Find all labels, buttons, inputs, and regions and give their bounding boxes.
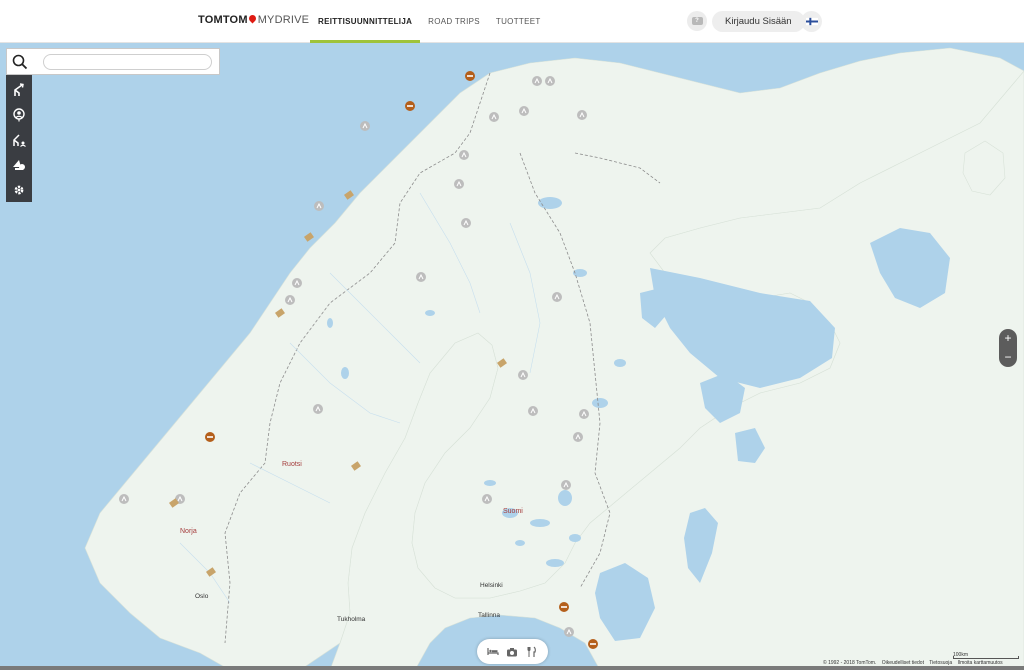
restaurant-icon: [527, 646, 537, 657]
roadworks-marker[interactable]: [275, 308, 285, 318]
incident-marker[interactable]: [405, 101, 415, 111]
roadworks-marker[interactable]: [344, 190, 354, 200]
speed-camera-marker[interactable]: [415, 271, 427, 283]
tomtom-logo-icon: [247, 13, 258, 24]
map-view[interactable]: Ruotsi Norja Suomi Oslo Helsinki Tallinn…: [0, 43, 1024, 670]
zoom-control: + −: [999, 329, 1017, 367]
incident-marker[interactable]: [465, 71, 475, 81]
search-panel: [6, 48, 220, 75]
route-planner-icon: [14, 83, 24, 97]
speed-camera-marker[interactable]: [578, 408, 590, 420]
speed-camera-marker[interactable]: [531, 75, 543, 87]
speed-camera-marker[interactable]: [312, 403, 324, 415]
speed-camera-marker[interactable]: [118, 493, 130, 505]
speed-camera-marker[interactable]: [563, 626, 575, 638]
speed-camera-marker[interactable]: [458, 149, 470, 161]
tab-road-trips[interactable]: ROAD TRIPS: [420, 0, 488, 43]
speed-camera-marker[interactable]: [291, 277, 303, 289]
login-button[interactable]: Kirjaudu Sisään: [712, 11, 805, 32]
speed-camera-marker[interactable]: [518, 105, 530, 117]
speed-camera-marker[interactable]: [572, 431, 584, 443]
hotel-icon: [487, 648, 499, 655]
speed-camera-marker[interactable]: [313, 200, 325, 212]
top-bar: TOMTOM MYDRIVE REITTISUUNNITTELIJA ROAD T…: [0, 0, 1024, 43]
speed-camera-marker[interactable]: [560, 479, 572, 491]
incident-marker[interactable]: [588, 639, 598, 649]
speed-camera-marker[interactable]: [284, 294, 296, 306]
traffic-icon: [13, 159, 25, 170]
zoom-out-button[interactable]: −: [999, 348, 1017, 367]
route-planner-button[interactable]: [6, 78, 32, 103]
poi-category-bar: [477, 639, 548, 664]
main-nav: REITTISUUNNITTELIJA ROAD TRIPS TUOTTEET: [310, 0, 549, 43]
tab-products[interactable]: TUOTTEET: [488, 0, 549, 43]
camera-button[interactable]: [505, 645, 519, 659]
tomtom-mydrive-logo[interactable]: TOMTOM MYDRIVE: [198, 13, 310, 26]
speed-camera-marker[interactable]: [481, 493, 493, 505]
my-routes-icon: [13, 134, 26, 147]
speed-camera-marker[interactable]: [453, 178, 465, 190]
traffic-button[interactable]: [6, 152, 32, 177]
incident-marker[interactable]: [205, 432, 215, 442]
settings-button[interactable]: [6, 177, 32, 202]
camera-icon: [507, 647, 518, 656]
finland-flag-icon: [805, 17, 818, 26]
roadworks-marker[interactable]: [304, 232, 314, 242]
speed-camera-marker[interactable]: [544, 75, 556, 87]
speed-camera-marker[interactable]: [460, 217, 472, 229]
roadworks-marker[interactable]: [206, 567, 216, 577]
tool-rail: [6, 75, 32, 202]
bottom-strip: [0, 666, 1024, 670]
help-button[interactable]: ?: [687, 11, 707, 31]
roadworks-marker[interactable]: [497, 358, 507, 368]
map-markers: [118, 71, 598, 649]
speed-camera-marker[interactable]: [576, 109, 588, 121]
speed-camera-marker[interactable]: [551, 291, 563, 303]
zoom-in-button[interactable]: +: [999, 329, 1017, 348]
incident-marker[interactable]: [559, 602, 569, 612]
settings-icon: [14, 185, 24, 194]
search-input[interactable]: [43, 54, 212, 70]
speed-camera-marker[interactable]: [488, 111, 500, 123]
roadworks-marker[interactable]: [351, 461, 361, 471]
scale-bar: [953, 656, 1019, 659]
hotel-button[interactable]: [486, 645, 500, 659]
tab-route-planner[interactable]: REITTISUUNNITTELIJA: [310, 0, 421, 43]
speed-camera-marker[interactable]: [359, 120, 371, 132]
search-icon[interactable]: [12, 54, 28, 70]
help-icon: ?: [691, 17, 703, 25]
speed-camera-marker[interactable]: [527, 405, 539, 417]
places-icon: [13, 108, 25, 122]
brand-name: TOMTOM: [198, 14, 248, 26]
my-routes-button[interactable]: [6, 128, 32, 153]
speed-camera-marker[interactable]: [517, 369, 529, 381]
language-button[interactable]: [801, 11, 822, 32]
brand-product: MYDRIVE: [257, 14, 310, 26]
places-button[interactable]: [6, 103, 32, 128]
restaurant-button[interactable]: [525, 645, 539, 659]
